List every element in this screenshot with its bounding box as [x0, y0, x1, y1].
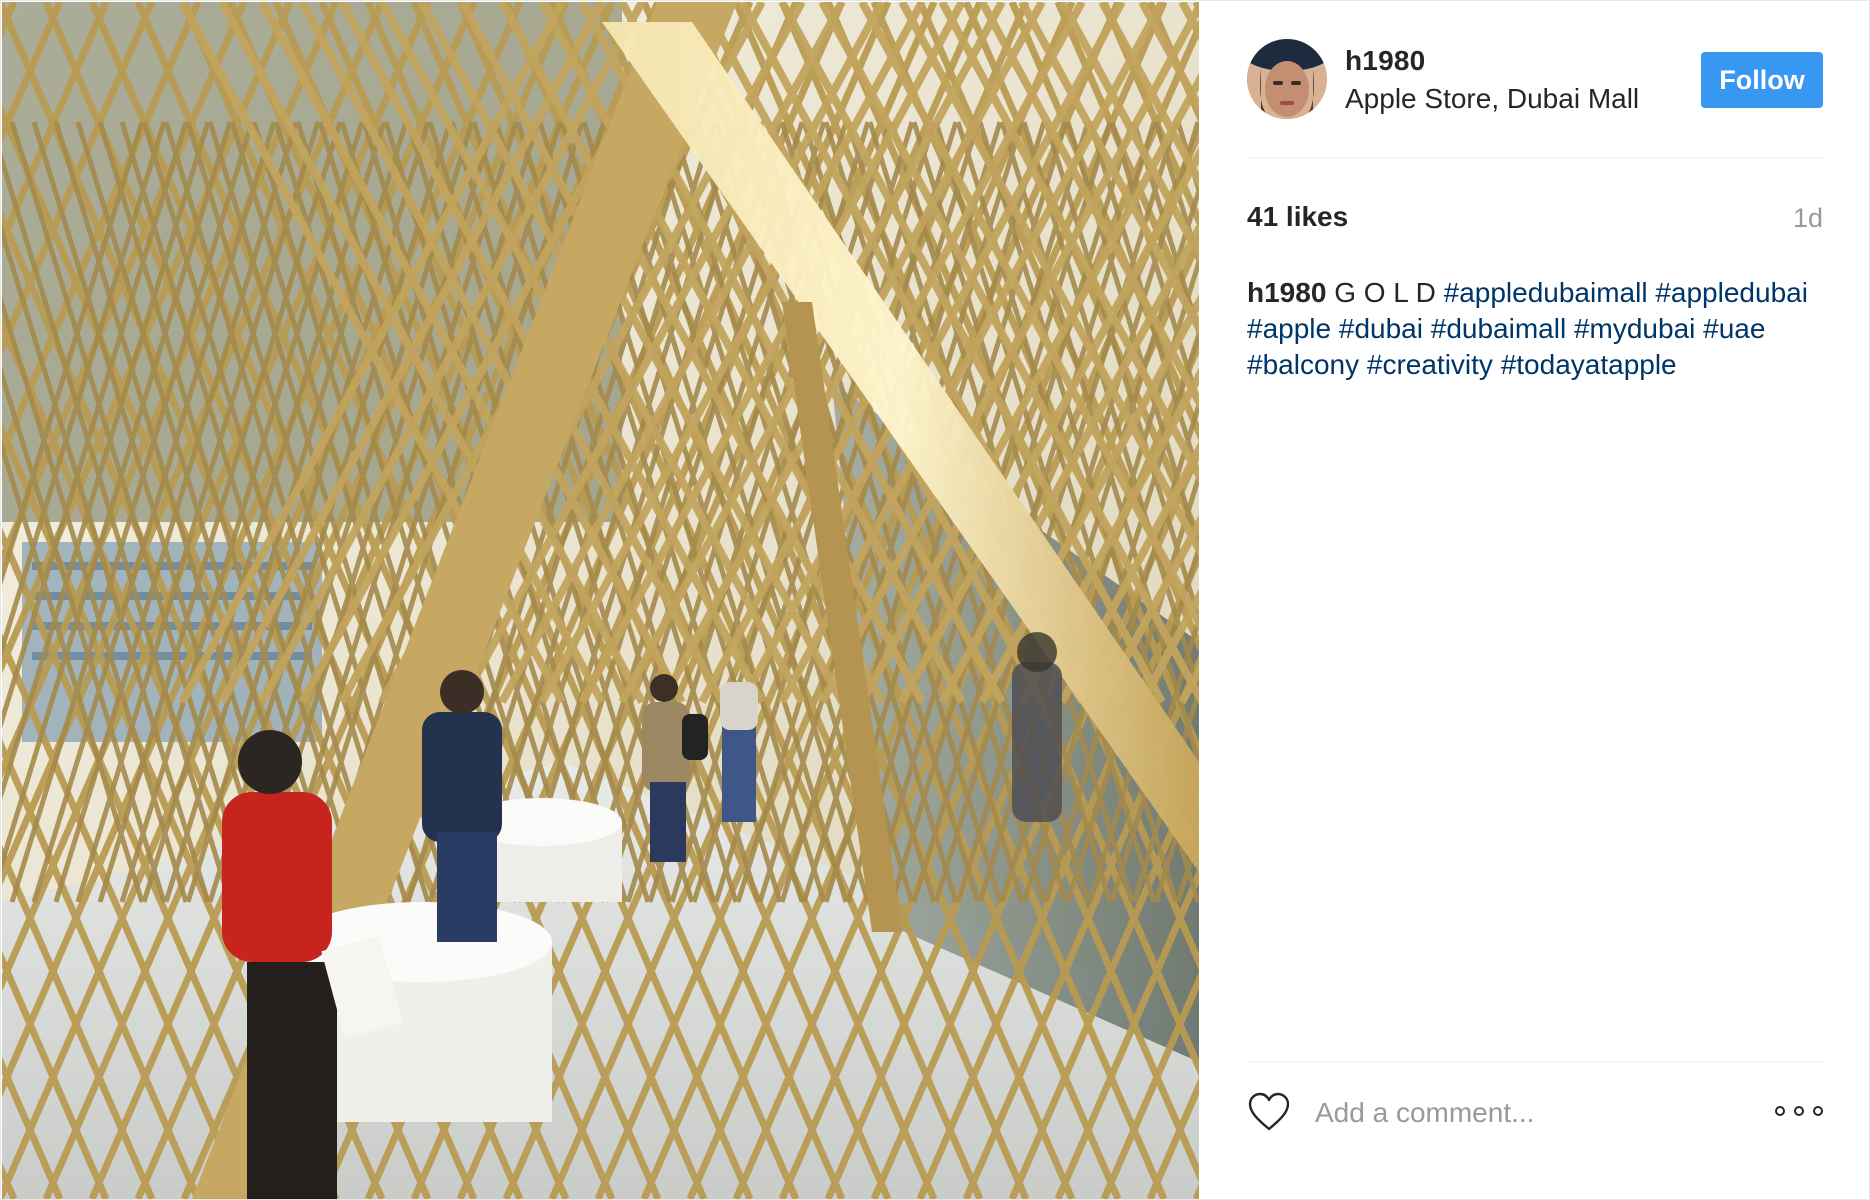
- caption-username[interactable]: h1980: [1247, 277, 1326, 308]
- likes-count[interactable]: 41 likes: [1247, 201, 1348, 233]
- post-footer: [1247, 1083, 1823, 1143]
- hashtag-link[interactable]: #apple: [1247, 313, 1331, 344]
- more-dot: [1813, 1106, 1823, 1116]
- more-dot: [1775, 1106, 1785, 1116]
- hashtag-link[interactable]: #todayatapple: [1501, 349, 1677, 380]
- comment-input[interactable]: [1315, 1091, 1755, 1135]
- hashtag-link[interactable]: #dubai: [1339, 313, 1423, 344]
- post-side-panel: h1980 Apple Store, Dubai Mall Follow 41 …: [1199, 1, 1870, 1200]
- hashtag-link[interactable]: #creativity: [1367, 349, 1493, 380]
- footer-divider: [1247, 1061, 1823, 1062]
- caption-hashtags: #appledubaimall #appledubai #apple #duba…: [1247, 277, 1808, 380]
- username-link[interactable]: h1980: [1345, 45, 1425, 77]
- hashtag-link[interactable]: #appledubaimall: [1444, 277, 1648, 308]
- hashtag-link[interactable]: #dubaimall: [1431, 313, 1566, 344]
- walker-jeans: [720, 682, 758, 822]
- caption-text: G O L D: [1334, 277, 1436, 308]
- hashtag-link[interactable]: #mydubai: [1574, 313, 1695, 344]
- reflection-figure: [1012, 632, 1062, 822]
- more-dot: [1794, 1106, 1804, 1116]
- post-header: h1980 Apple Store, Dubai Mall Follow: [1247, 39, 1823, 119]
- post-timestamp[interactable]: 1d: [1793, 203, 1823, 234]
- location-link[interactable]: Apple Store, Dubai Mall: [1345, 83, 1639, 115]
- more-options-icon[interactable]: [1775, 1097, 1823, 1125]
- post-caption: h1980 G O L D #appledubaimall #appleduba…: [1247, 275, 1823, 383]
- hashtag-link[interactable]: #balcony: [1247, 349, 1359, 380]
- post-photo[interactable]: [2, 2, 1199, 1199]
- header-divider: [1247, 157, 1823, 158]
- hashtag-link[interactable]: #uae: [1703, 313, 1765, 344]
- heart-icon[interactable]: [1247, 1091, 1291, 1133]
- instagram-post: h1980 Apple Store, Dubai Mall Follow 41 …: [0, 0, 1870, 1200]
- hashtag-link[interactable]: #appledubai: [1655, 277, 1808, 308]
- avatar-image: [1247, 39, 1327, 119]
- follow-button[interactable]: Follow: [1701, 52, 1823, 108]
- photo-illustration: [2, 2, 1199, 1199]
- avatar[interactable]: [1247, 39, 1327, 119]
